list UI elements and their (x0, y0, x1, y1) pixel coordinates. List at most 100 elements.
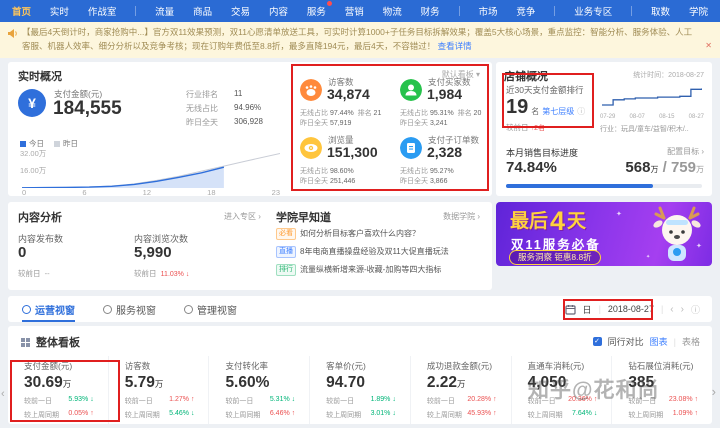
order-icon (400, 137, 422, 159)
nav-item-bizzone[interactable]: 业务专区 (574, 4, 612, 18)
megaphone-icon (8, 29, 17, 38)
content-publish-value: 0 (18, 244, 27, 261)
tab-operations-view[interactable]: 运营视窗 (22, 296, 75, 322)
overall-board-card: 整体看板 ✓ 同行对比 图表 | 表格 支付金额(元) 30.69万 较前一日 5… (8, 326, 712, 424)
eye-icon (300, 137, 322, 159)
nav-divider (135, 6, 137, 16)
tab-service-view[interactable]: 服务视窗 (103, 296, 156, 322)
notice-close-icon[interactable]: ✕ (705, 39, 712, 53)
board-card-conversion[interactable]: 支付转化率 5.60% 较前一日 5.31% ↓ 较上周同期 6.46% ↑ (208, 356, 309, 424)
content-title: 内容分析 (18, 212, 62, 224)
goal-progress-bar (506, 184, 702, 188)
x-axis-ticks: 0 6 12 18 23 (22, 188, 280, 197)
date-mode[interactable]: 日 (583, 303, 592, 316)
nav-divider (554, 6, 556, 16)
info-icon[interactable]: ⓘ (577, 106, 585, 117)
nav-item-academy[interactable]: 学院 (689, 4, 708, 18)
chart-view-link[interactable]: 图表 (650, 335, 668, 348)
goal-percent: 74.84% (506, 159, 557, 176)
metric-value: 5.79 (124, 374, 155, 391)
dashboard-screen: 首页 实时 作战室 流量 商品 交易 内容 服务 营销 物流 财务 市场 竞争 … (0, 0, 720, 428)
nav-item-goods[interactable]: 商品 (193, 4, 212, 18)
calendar-icon[interactable] (564, 304, 576, 315)
date-value[interactable]: 2018-08-27 (608, 304, 654, 314)
stat-value: 94.96% (234, 103, 262, 112)
nav-item-market[interactable]: 市场 (478, 4, 497, 18)
enter-zone-link[interactable]: 进入专区 › (224, 211, 261, 222)
date-bar: 日 | 2018-08-27 | ‹ › ⓘ (564, 303, 712, 316)
metric-label: 客单价(元) (326, 361, 366, 371)
rank-trend-step-chart (602, 88, 702, 106)
buyer-icon (400, 79, 422, 101)
nav-item-logistics[interactable]: 物流 (383, 4, 402, 18)
notice-detail-link[interactable]: 查看详情 (438, 41, 472, 51)
metric-label: 钻石展位消耗(元) (628, 361, 694, 371)
table-view-link[interactable]: 表格 (682, 335, 700, 348)
nav-item-fetchdata[interactable]: 取数 (651, 4, 670, 18)
goal-label: 本月销售目标进度 (506, 148, 579, 158)
goal-config-link[interactable]: 配置目标 › (667, 146, 704, 157)
realtime-side-stats: 行业排名 11 无线占比 94.96% 昨日全天 306,928 (186, 89, 263, 131)
realtime-title: 实时概况 (18, 71, 62, 83)
service-icon (103, 304, 112, 314)
metric-label: 支付转化率 (225, 361, 268, 371)
tag-rank: 排行 (276, 264, 296, 276)
stat-value: 11 (234, 89, 243, 98)
rank-change: ↑2名 (530, 125, 545, 132)
rank-unit: 名 (531, 107, 540, 116)
board-card-avg-order[interactable]: 客单价(元) 94.70 较前一日 1.89% ↓ 较上周同期 3.01% ↓ (309, 356, 410, 424)
board-card-payment[interactable]: 支付金额(元) 30.69万 较前一日 5.93% ↓ 较上周同期 0.05% ↑ (8, 356, 108, 424)
academy-item[interactable]: 直播 8年电商直播操盘经验及双11大促直播玩法 (276, 246, 449, 258)
prev-date-arrow[interactable]: ‹ (670, 304, 673, 315)
tier-link[interactable]: 第七层级 (542, 106, 574, 117)
payment-amount-value: 184,555 (53, 98, 122, 119)
delta-value: -- (44, 269, 50, 278)
metric-label: 支付金额(元) (24, 361, 73, 371)
stat-label: 昨日全天 (186, 118, 218, 127)
nav-item-finance[interactable]: 财务 (421, 4, 440, 18)
board-card-ztc-cost[interactable]: 直通车消耗(元) 4,050 较前一日 20.36% ↑ 较上周同期 7.64% ↓ (510, 356, 612, 424)
carousel-right-arrow[interactable]: › (712, 384, 716, 399)
tag-live: 直播 (276, 246, 296, 258)
notice-text: 【最后4天倒计时，商家抢购中...】官方双11效果预测，双11心愿清单放送工具，… (22, 27, 693, 52)
academy-item-text: 如何分析目标客户喜欢什么内容？ (300, 229, 420, 239)
delta-label: 较前日 (18, 269, 41, 278)
divider: | (673, 336, 676, 347)
nav-item-traffic[interactable]: 流量 (155, 4, 174, 18)
academy-item[interactable]: 必看 如何分析目标客户喜欢什么内容？ (276, 228, 420, 240)
board-card-refund[interactable]: 成功退款金额(元) 2.22万 较前一日 20.28% ↑ 较上周同期 45.93%… (409, 356, 511, 424)
stat-label: 行业排名 (186, 90, 218, 99)
academy-item[interactable]: 排行 流量纵横新增来源-收藏-加购等四大指标 (276, 264, 441, 276)
info-icon[interactable]: ⓘ (691, 303, 700, 316)
management-icon (184, 304, 193, 314)
academy-more-link[interactable]: 数据学院 › (443, 211, 480, 222)
peer-compare-label: 同行对比 (607, 337, 644, 347)
metric-value: 34,874 (327, 86, 370, 102)
peer-compare-checkbox[interactable]: ✓ (592, 337, 602, 346)
nav-item-content[interactable]: 内容 (269, 4, 288, 18)
rank-label: 近30天支付金额排行 (506, 85, 584, 95)
metric-value: 5.60% (225, 374, 270, 391)
board-icon (21, 337, 30, 347)
board-card-visitors[interactable]: 访客数 5.79万 较前一日 1.27% ↑ 较上周同期 5.46% ↓ (107, 356, 209, 424)
tab-management-view[interactable]: 管理视窗 (184, 296, 237, 322)
nav-item-service[interactable]: 服务 (306, 1, 332, 18)
nav-item-warroom[interactable]: 作战室 (88, 4, 117, 18)
metric-value: 385 (628, 374, 655, 391)
nav-item-competition[interactable]: 竞争 (516, 4, 535, 18)
next-date-arrow[interactable]: › (681, 304, 684, 315)
board-card-diamond-cost[interactable]: 钻石展位消耗(元) 385 较前一日 23.08% ↑ 较上周同期 1.09% ↑ (611, 356, 712, 424)
banner-offer-pill: 服务洞察 钜惠8.8折 (509, 250, 601, 265)
metric-value: 2,328 (427, 144, 463, 160)
metric-label: 访客数 (124, 361, 151, 371)
nav-item-realtime[interactable]: 实时 (50, 4, 69, 18)
nav-item-trade[interactable]: 交易 (231, 4, 250, 18)
nav-item-home[interactable]: 首页 (12, 4, 31, 18)
notice-bar: 【最后4天倒计时，商家抢购中...】官方双11效果预测，双11心愿清单放送工具，… (0, 22, 720, 58)
carousel-left-arrow[interactable]: ‹ (1, 388, 5, 400)
board-metrics-grid: 支付金额(元) 30.69万 较前一日 5.93% ↓ 较上周同期 0.05% ↑ … (8, 356, 712, 424)
nav-item-service-label: 服务 (306, 7, 326, 18)
nav-item-marketing[interactable]: 营销 (345, 4, 364, 18)
top-navbar: 首页 实时 作战室 流量 商品 交易 内容 服务 营销 物流 财务 市场 竞争 … (0, 0, 720, 22)
promo-banner[interactable]: ✦ ✦ ✦ 最后 4 天 双11服务必备 服务洞察 钜惠8.8折 (496, 202, 712, 266)
